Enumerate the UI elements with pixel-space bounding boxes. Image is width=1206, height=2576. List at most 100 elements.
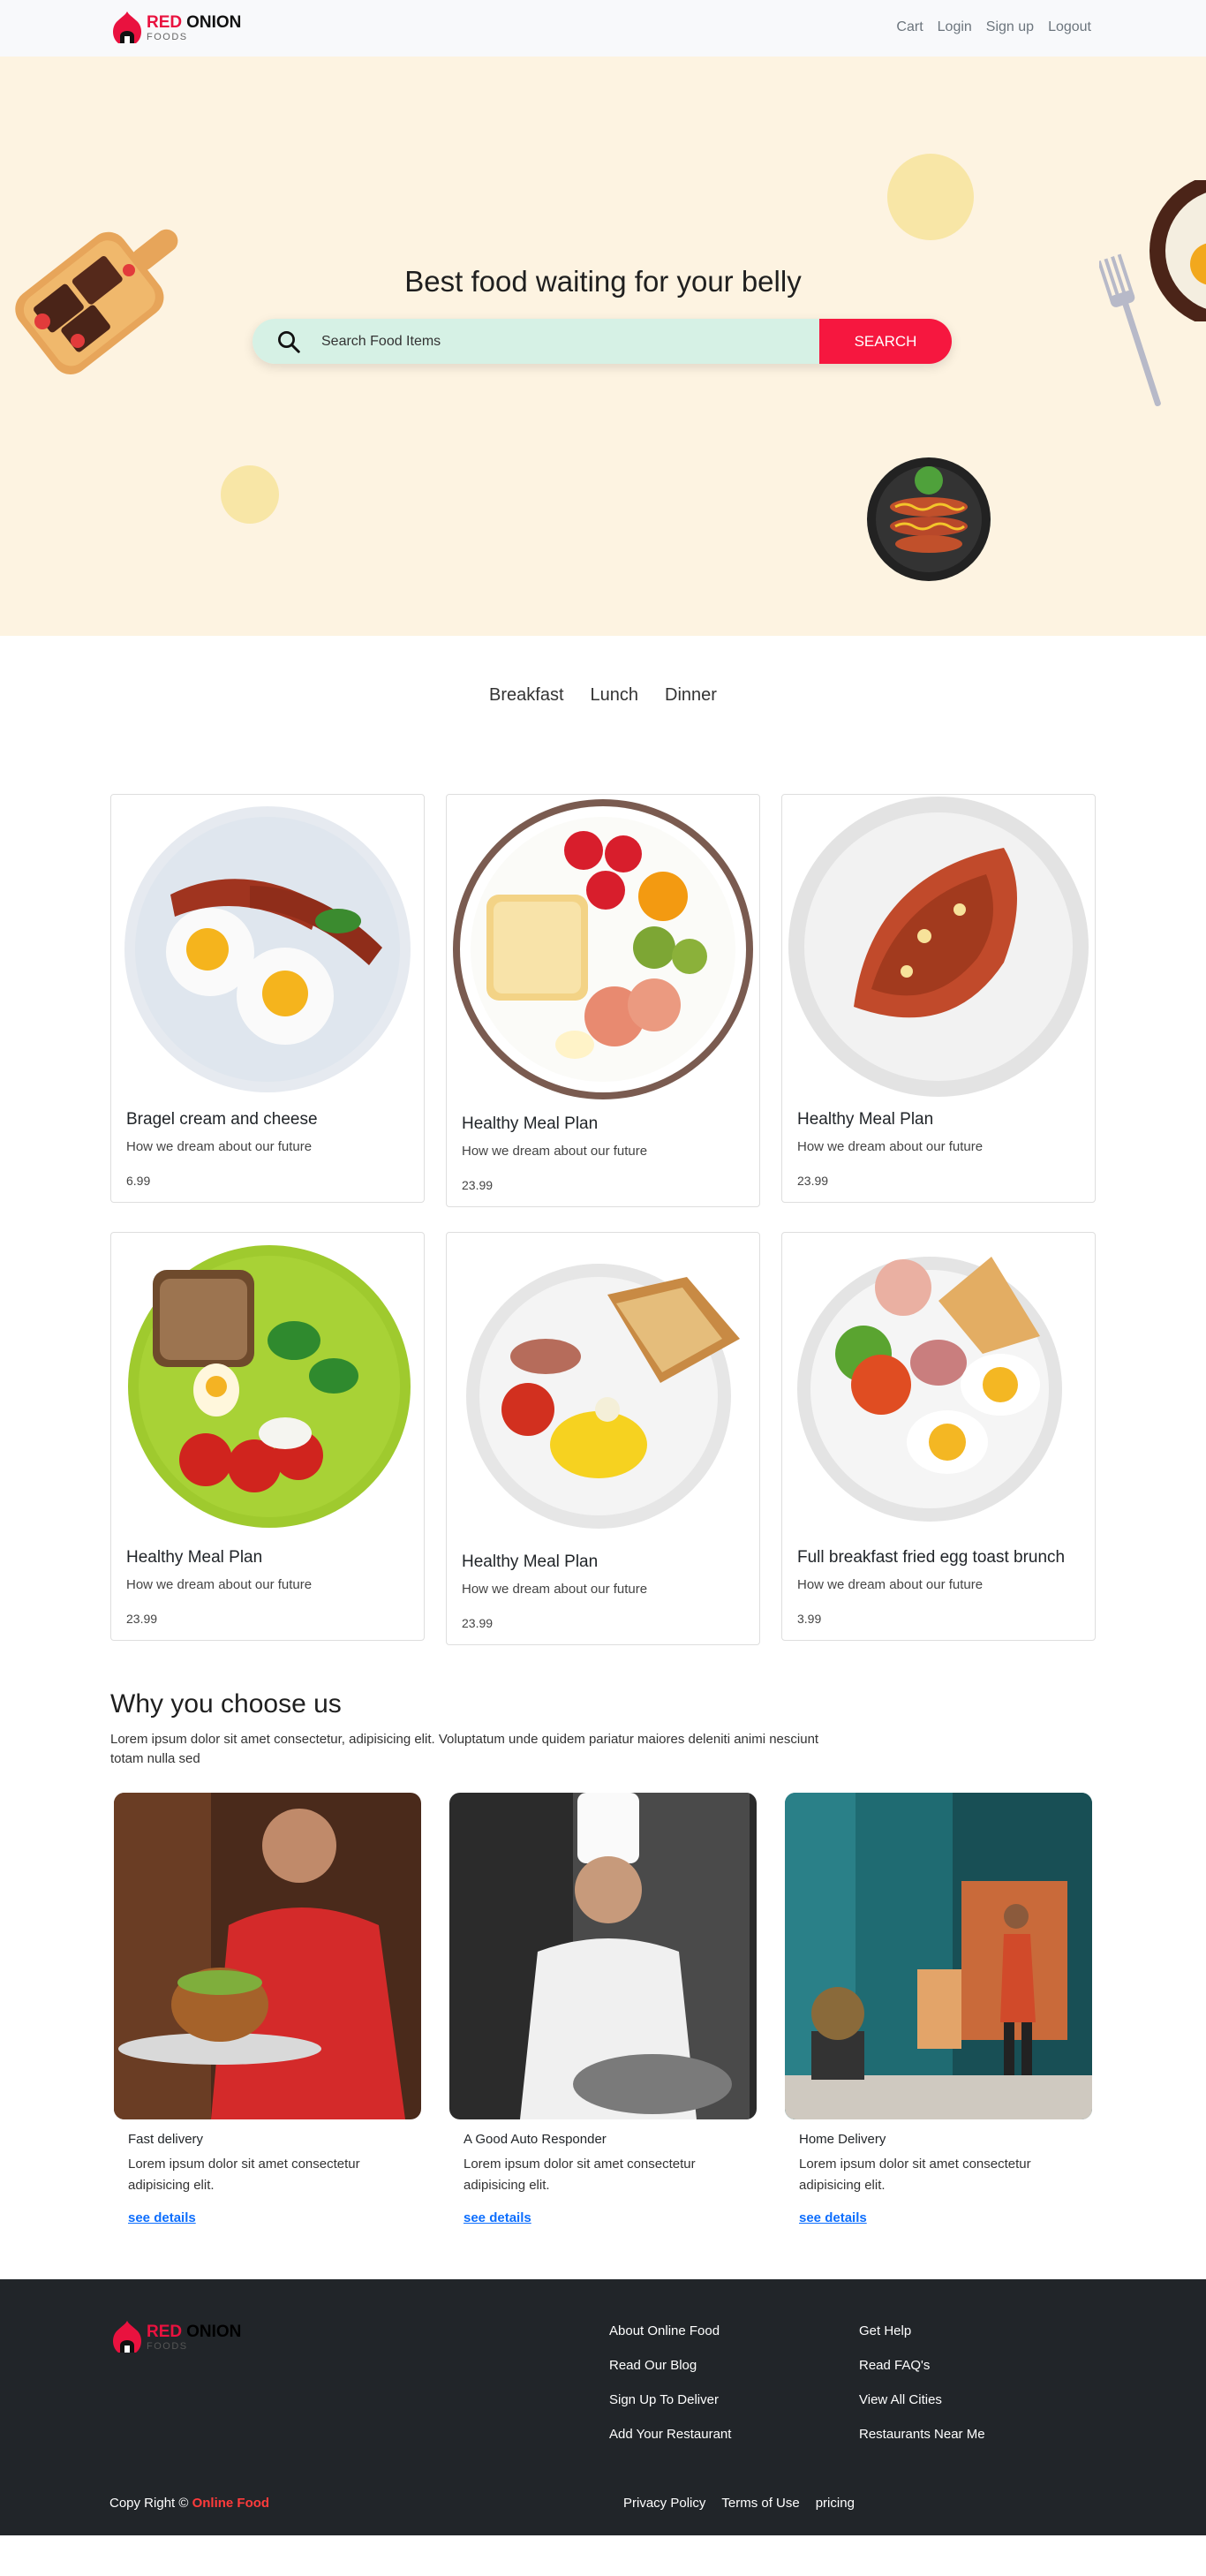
food-title: Healthy Meal Plan bbox=[126, 1547, 263, 1567]
food-description: How we dream about our future bbox=[797, 1138, 984, 1154]
footer-link-help[interactable]: Get Help bbox=[859, 2323, 985, 2338]
feature-text: Lorem ipsum dolor sit amet consectetur a… bbox=[464, 2156, 696, 2193]
search-icon bbox=[278, 330, 300, 353]
navbar: RED ONION FOODS Cart Login Sign up Logout bbox=[0, 0, 1206, 57]
see-details-link[interactable]: see details bbox=[464, 2210, 531, 2225]
brand-name-dark: ONION bbox=[186, 2322, 242, 2341]
feature-grid: Fast delivery Lorem ipsum dolor sit amet… bbox=[110, 1792, 1096, 2239]
food-card[interactable]: Healthy Meal Plan How we dream about our… bbox=[446, 1231, 760, 1645]
why-choose-us: Why you choose us Lorem ipsum dolor sit … bbox=[110, 1689, 1096, 2239]
food-price: 6.99 bbox=[126, 1173, 151, 1188]
onion-logo-icon bbox=[113, 2320, 141, 2353]
sausage-plate-image bbox=[867, 457, 991, 581]
food-description: How we dream about our future bbox=[462, 1143, 648, 1159]
egg-plate-image bbox=[1149, 180, 1206, 321]
terms-link[interactable]: Terms of Use bbox=[721, 2496, 799, 2511]
search-field bbox=[253, 319, 819, 364]
feature-text: Lorem ipsum dolor sit amet consectetur a… bbox=[799, 2156, 1031, 2193]
see-details-link[interactable]: see details bbox=[128, 2210, 196, 2225]
feature-card: Home Delivery Lorem ipsum dolor sit amet… bbox=[781, 1792, 1096, 2239]
food-image bbox=[447, 795, 759, 1104]
nav-login[interactable]: Login bbox=[938, 19, 972, 35]
footer-links-col-1: About Online Food Read Our Blog Sign Up … bbox=[609, 2323, 731, 2442]
copyright-prefix: Copy Right © bbox=[109, 2495, 189, 2511]
food-description: How we dream about our future bbox=[126, 1576, 313, 1592]
tab-lunch[interactable]: Lunch bbox=[591, 685, 639, 706]
footer-link-cities[interactable]: View All Cities bbox=[859, 2392, 985, 2407]
brand-name-dark: ONION bbox=[186, 13, 242, 32]
brand-tagline: FOODS bbox=[147, 32, 188, 42]
food-card[interactable]: Healthy Meal Plan How we dream about our… bbox=[781, 794, 1096, 1203]
food-description: How we dream about our future bbox=[462, 1581, 648, 1597]
food-description: How we dream about our future bbox=[126, 1138, 313, 1154]
food-card[interactable]: Healthy Meal Plan How we dream about our… bbox=[446, 794, 760, 1207]
food-image bbox=[111, 795, 424, 1099]
brand-logo[interactable]: RED ONION FOODS bbox=[109, 10, 241, 47]
feature-image-auto-responder bbox=[449, 1792, 757, 2119]
food-title: Full breakfast fried egg toast brunch bbox=[797, 1547, 1066, 1567]
footer-link-restaurants-near[interactable]: Restaurants Near Me bbox=[859, 2427, 985, 2442]
footer: RED ONION FOODS About Online Food Read Ou… bbox=[0, 2278, 1206, 2535]
copyright-brand[interactable]: Online Food bbox=[192, 2496, 270, 2511]
footer-link-about[interactable]: About Online Food bbox=[609, 2323, 731, 2338]
nav-signup[interactable]: Sign up bbox=[986, 19, 1034, 35]
food-title: Healthy Meal Plan bbox=[797, 1110, 934, 1129]
food-image bbox=[782, 1233, 1095, 1537]
food-image bbox=[782, 795, 1095, 1099]
feature-card: Fast delivery Lorem ipsum dolor sit amet… bbox=[110, 1792, 425, 2239]
search-button[interactable]: SEARCH bbox=[819, 319, 952, 364]
food-image bbox=[447, 1233, 759, 1542]
brand-tagline: FOODS bbox=[147, 2340, 188, 2352]
food-price: 23.99 bbox=[126, 1611, 158, 1626]
footer-link-faq[interactable]: Read FAQ's bbox=[859, 2358, 985, 2373]
food-card[interactable]: Bragel cream and cheese How we dream abo… bbox=[110, 794, 425, 1203]
hero-title: Best food waiting for your belly bbox=[404, 265, 802, 298]
feature-image-fast-delivery bbox=[114, 1792, 421, 2119]
footer-bottom-links: Privacy Policy Terms of Use pricing bbox=[623, 2496, 855, 2511]
food-price: 3.99 bbox=[797, 1611, 822, 1626]
brand-name-red: RED bbox=[147, 2322, 183, 2341]
food-card[interactable]: Healthy Meal Plan How we dream about our… bbox=[110, 1231, 425, 1641]
why-title: Why you choose us bbox=[110, 1688, 342, 1719]
privacy-policy-link[interactable]: Privacy Policy bbox=[623, 2496, 705, 2511]
footer-bottom: Copy Right © Online Food Privacy Policy … bbox=[109, 2496, 1097, 2511]
nav-cart[interactable]: Cart bbox=[896, 19, 923, 35]
food-description: How we dream about our future bbox=[797, 1576, 984, 1592]
nav-links: Cart Login Sign up Logout bbox=[896, 19, 1091, 35]
footer-link-add-restaurant[interactable]: Add Your Restaurant bbox=[609, 2427, 731, 2442]
feature-title: Fast delivery bbox=[128, 2131, 204, 2147]
food-price: 23.99 bbox=[462, 1177, 494, 1192]
food-price: 23.99 bbox=[797, 1173, 829, 1188]
search-input[interactable] bbox=[321, 333, 780, 350]
food-price: 23.99 bbox=[462, 1615, 494, 1630]
feature-card: A Good Auto Responder Lorem ipsum dolor … bbox=[446, 1792, 760, 2239]
why-intro-text: Lorem ipsum dolor sit amet consectetur, … bbox=[110, 1731, 819, 1767]
search-bar: SEARCH bbox=[253, 319, 952, 364]
onion-logo-icon bbox=[113, 11, 141, 43]
footer-link-deliver[interactable]: Sign Up To Deliver bbox=[609, 2392, 731, 2407]
hero-banner: Best food waiting for your belly SEARCH bbox=[0, 57, 1206, 636]
brand-name-red: RED bbox=[147, 13, 183, 32]
footer-links-col-2: Get Help Read FAQ's View All Cities Rest… bbox=[859, 2323, 985, 2442]
food-card[interactable]: Full breakfast fried egg toast brunch Ho… bbox=[781, 1231, 1096, 1641]
decor-circle bbox=[221, 465, 279, 524]
feature-text: Lorem ipsum dolor sit amet consectetur a… bbox=[128, 2156, 360, 2193]
feature-title: A Good Auto Responder bbox=[464, 2131, 607, 2147]
feature-image-home-delivery bbox=[785, 1792, 1092, 2119]
food-title: Healthy Meal Plan bbox=[462, 1114, 599, 1133]
feature-title: Home Delivery bbox=[799, 2131, 886, 2147]
copyright: Copy Right © Online Food bbox=[109, 2496, 1097, 2511]
footer-brand-logo[interactable]: RED ONION FOODS bbox=[109, 2319, 241, 2356]
see-details-link[interactable]: see details bbox=[799, 2210, 867, 2225]
tab-breakfast[interactable]: Breakfast bbox=[489, 685, 563, 706]
nav-logout[interactable]: Logout bbox=[1048, 19, 1091, 35]
food-title: Healthy Meal Plan bbox=[462, 1552, 599, 1571]
footer-link-blog[interactable]: Read Our Blog bbox=[609, 2358, 731, 2373]
meal-tabs: Breakfast Lunch Dinner bbox=[0, 685, 1206, 706]
food-title: Bragel cream and cheese bbox=[126, 1110, 318, 1129]
decor-circle bbox=[887, 154, 974, 240]
tab-dinner[interactable]: Dinner bbox=[665, 685, 717, 706]
pricing-link[interactable]: pricing bbox=[816, 2496, 855, 2511]
food-grid: Bragel cream and cheese How we dream abo… bbox=[110, 794, 1096, 1645]
food-image bbox=[111, 1233, 424, 1537]
